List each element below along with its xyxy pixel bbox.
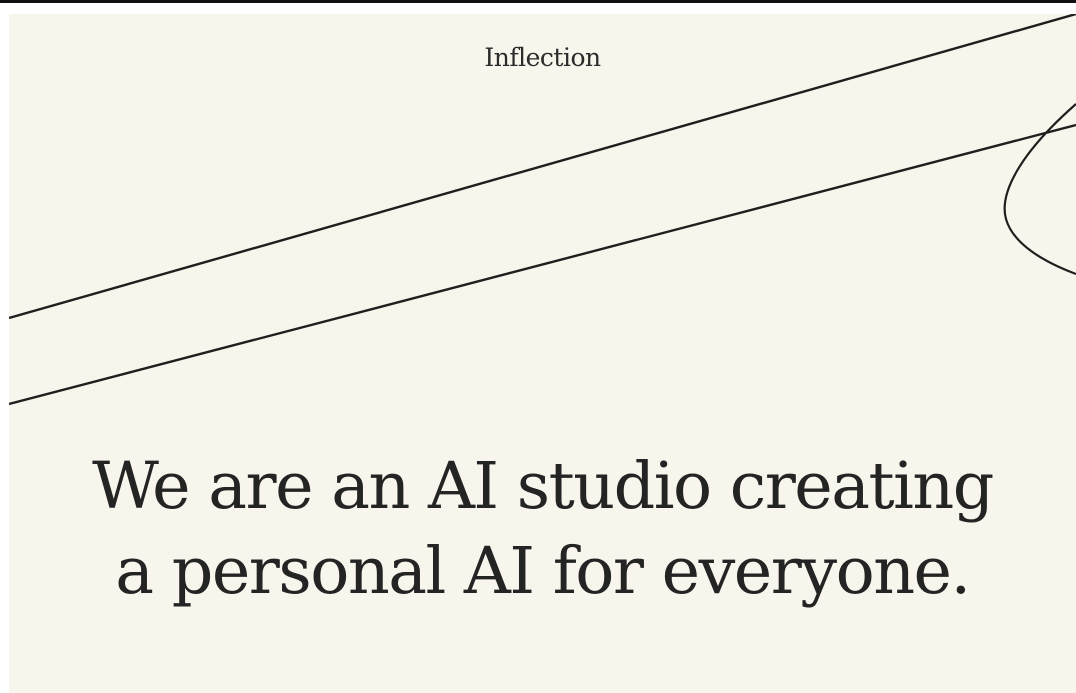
curved-loop-line: [1003, 103, 1076, 276]
top-border: [0, 0, 1076, 3]
hero-headline: We are an AI studio creating a personal …: [9, 444, 1076, 614]
brand-logo-text[interactable]: Inflection: [9, 43, 1076, 73]
landing-page: Inflection We are an AI studio creating …: [9, 14, 1076, 693]
hero-line-2: a personal AI for everyone.: [115, 534, 971, 609]
hero-line-1: We are an AI studio creating: [92, 449, 994, 524]
browser-viewport: Inflection We are an AI studio creating …: [0, 0, 1076, 693]
